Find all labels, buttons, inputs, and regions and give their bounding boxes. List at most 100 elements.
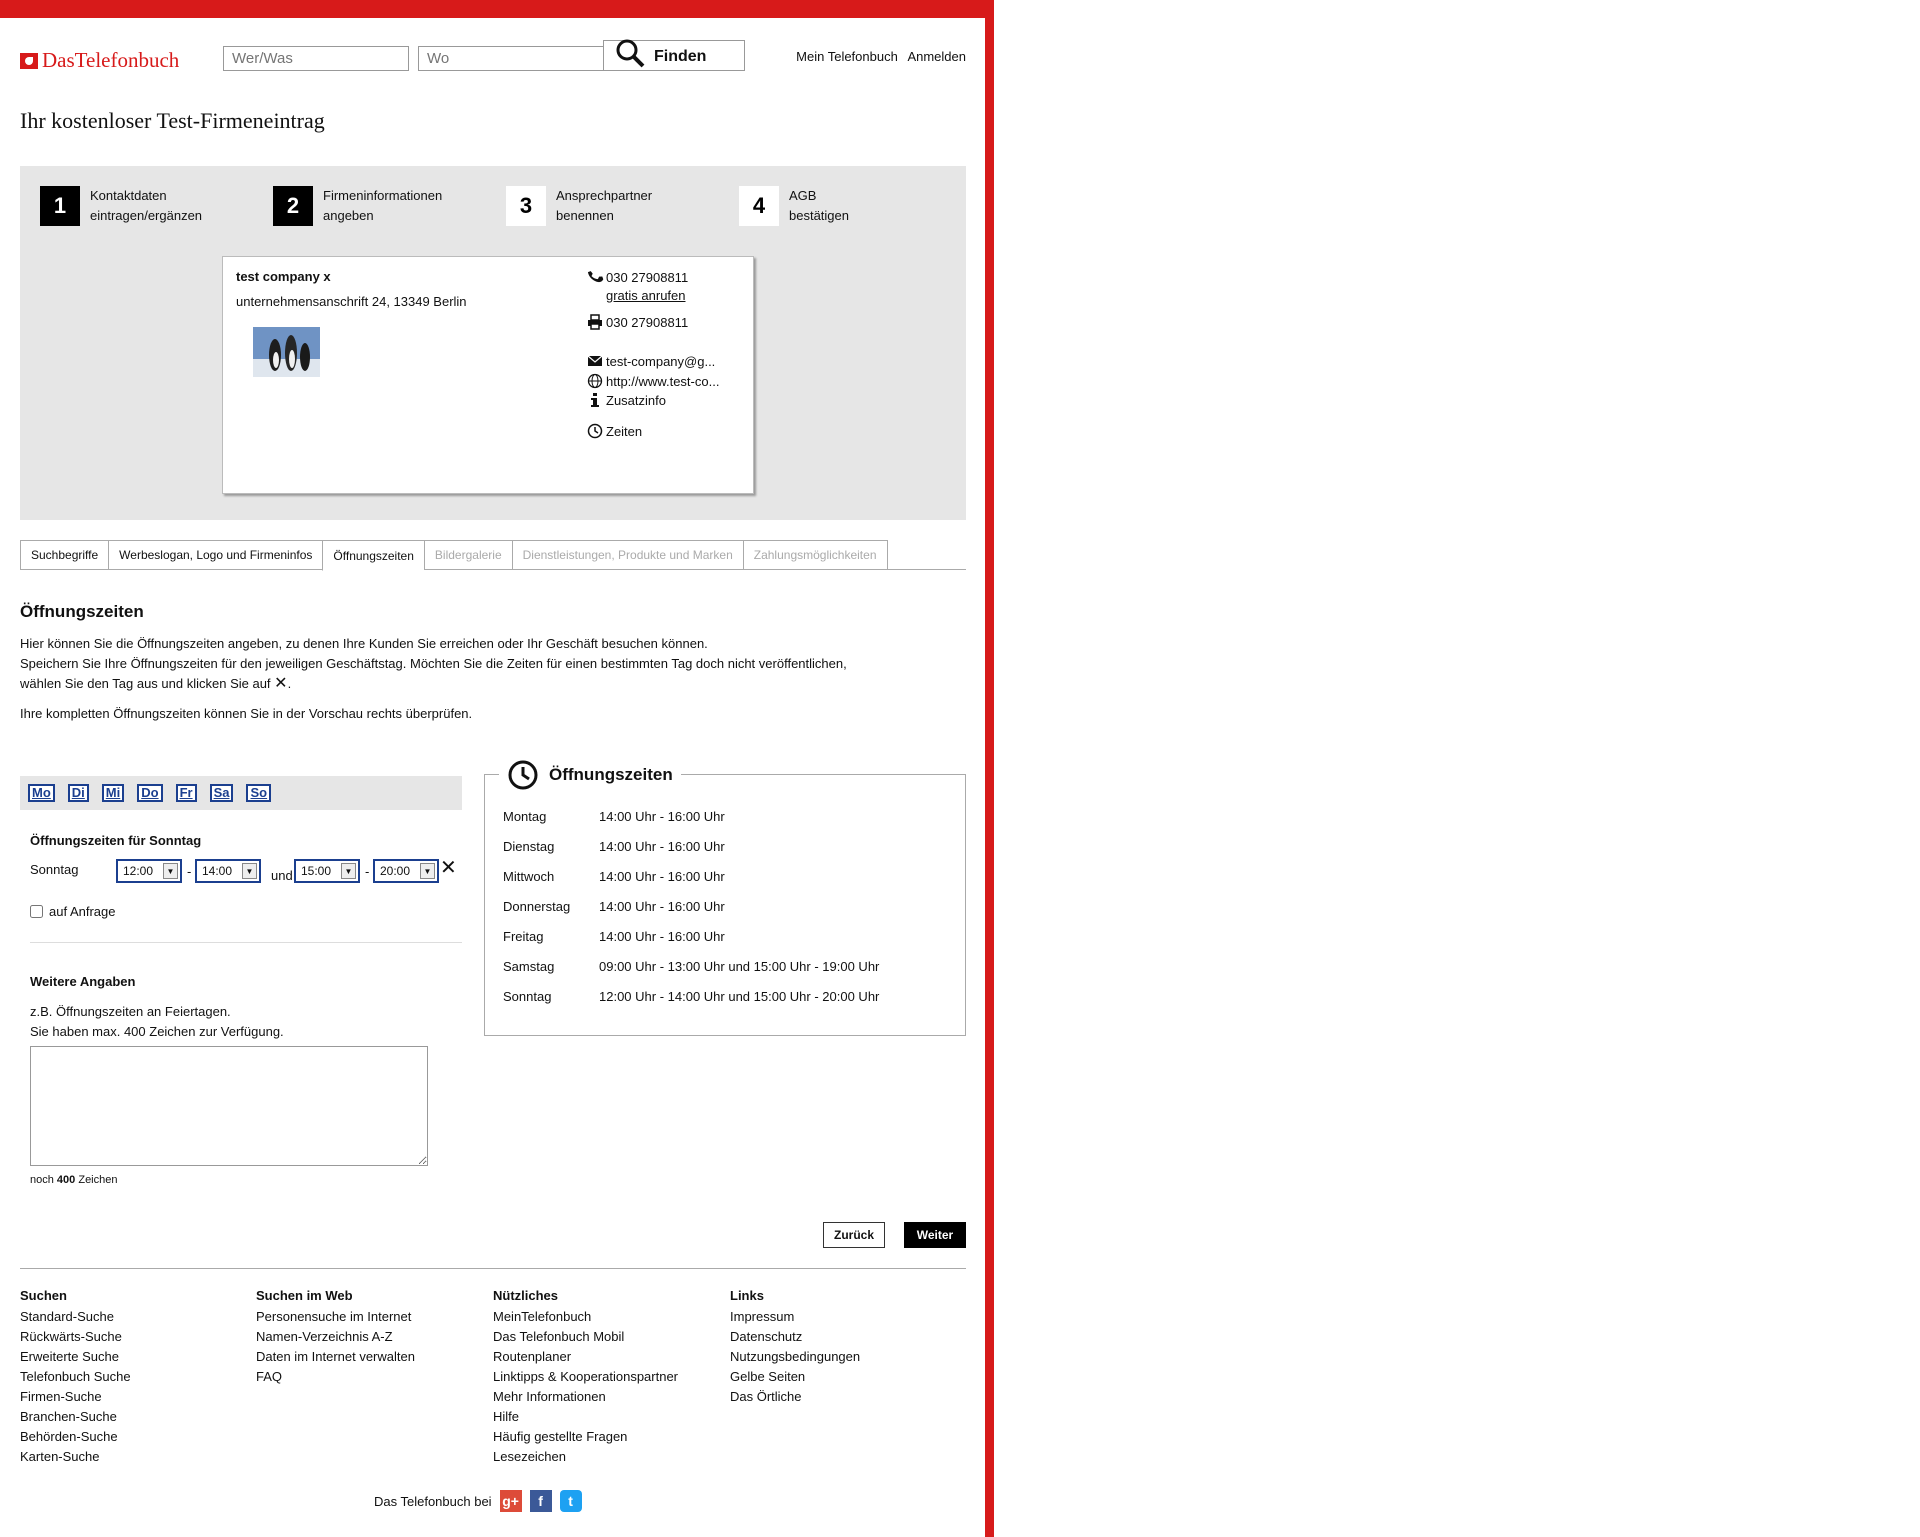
day-button-di[interactable]: Di [67,784,89,802]
facebook-icon[interactable]: f [529,1490,552,1512]
top-links: Mein Telefonbuch Anmelden [790,49,966,64]
footer-link[interactable]: Routenplaner [493,1347,678,1367]
preview-row: Montag 14:00 Uhr - 16:00 Uhr [503,809,725,824]
call-free-link[interactable]: gratis anrufen [606,288,686,303]
footer-column-search: Suchen Standard-Suche Rückwärts-Suche Er… [20,1288,131,1467]
day-button-do[interactable]: Do [137,784,163,802]
and-label: und [271,868,293,883]
company-address: unternehmensanschrift 24, 13349 Berlin [236,294,467,309]
next-button[interactable]: Weiter [904,1222,966,1248]
preview-header: Öffnungszeiten [499,759,681,791]
back-button[interactable]: Zurück [823,1222,885,1248]
clock-icon [508,760,538,790]
phone-row: 030 27908811 [586,269,746,285]
footer-link[interactable]: Das Telefonbuch Mobil [493,1327,678,1347]
to-time-2-select[interactable]: 20:00 ▼ [373,859,439,883]
company-photo [253,327,320,377]
footer-link[interactable]: Mehr Informationen [493,1387,678,1407]
google-plus-icon[interactable]: g+ [499,1490,522,1512]
from-time-1-select[interactable]: 12:00 ▼ [116,859,182,883]
step-label-line1: Ansprechpartner [556,188,653,203]
footer-link[interactable]: Datenschutz [730,1327,860,1347]
search-who-input[interactable] [223,46,409,71]
footer-link[interactable]: Firmen-Suche [20,1387,131,1407]
chevron-down-icon: ▼ [341,863,356,879]
step-3: 3 Ansprechpartner benennen [506,186,652,226]
footer-link[interactable]: Branchen-Suche [20,1407,131,1427]
footer-link[interactable]: MeinTelefonbuch [493,1307,678,1327]
on-request-checkbox[interactable] [30,905,43,918]
day-button-sa[interactable]: Sa [209,784,234,802]
remove-day-icon[interactable]: ✕ [440,858,457,878]
to-time-1-select[interactable]: 14:00 ▼ [195,859,261,883]
footer-link[interactable]: Impressum [730,1307,860,1327]
step-label-line2: eintragen/ergänzen [90,208,203,223]
page-title: Ihr kostenloser Test-Firmeneintrag [20,108,325,133]
tab-opening-hours[interactable]: Öffnungszeiten [322,540,424,571]
tab-slogan-logo[interactable]: Werbeslogan, Logo und Firmeninfos [108,540,323,570]
intro-line-2: Speichern Sie Ihre Öffnungszeiten für de… [20,656,847,671]
twitter-icon[interactable]: t [559,1490,582,1512]
extra-info-link[interactable]: Zusatzinfo [606,393,666,408]
more-info-hint-2: Sie haben max. 400 Zeichen zur Verfügung… [30,1024,284,1039]
footer-link[interactable]: Linktipps & Kooperationspartner [493,1367,678,1387]
email-icon [587,355,603,366]
day-button-mo[interactable]: Mo [28,784,55,802]
hours-editor-heading: Öffnungszeiten für Sonntag [30,833,202,848]
logo[interactable]: DasTelefonbuch [20,48,179,73]
fax-number: 030 27908811 [606,314,689,330]
footer-link[interactable]: Lesezeichen [493,1447,678,1467]
on-request-row[interactable]: auf Anfrage [30,904,116,919]
step-number: 1 [40,186,80,226]
fax-icon [588,314,602,330]
footer-link[interactable]: Behörden-Suche [20,1427,131,1447]
social-links: Das Telefonbuch bei g+ f t [374,1490,582,1512]
footer-link[interactable]: Telefonbuch Suche [20,1367,131,1387]
find-button[interactable]: Finden [603,39,745,71]
footer-link[interactable]: Gelbe Seiten [730,1367,860,1387]
step-2: 2 Firmeninformationen angeben [273,186,442,226]
chevron-down-icon: ▼ [420,863,435,879]
footer-link[interactable]: Hilfe [493,1407,678,1427]
company-name: test company x [236,269,331,284]
step-number: 4 [739,186,779,226]
my-phonebook-link[interactable]: Mein Telefonbuch [796,49,898,64]
day-button-fr[interactable]: Fr [175,784,197,802]
tab-services: Dienstleistungen, Produkte und Marken [511,540,743,570]
footer-column-title: Links [730,1288,764,1303]
day-button-mi[interactable]: Mi [101,784,125,802]
footer-link[interactable]: FAQ [256,1367,415,1387]
footer-link[interactable]: Namen-Verzeichnis A-Z [256,1327,415,1347]
day-button-so[interactable]: So [246,784,272,802]
step-label-line1: AGB [789,188,817,203]
extra-info-row: Zusatzinfo [586,392,746,408]
more-info-textarea[interactable] [30,1046,428,1166]
footer-link[interactable]: Personensuche im Internet [256,1307,415,1327]
footer-link[interactable]: Rückwärts-Suche [20,1327,131,1347]
preview-row: Samstag 09:00 Uhr - 13:00 Uhr und 15:00 U… [503,959,880,974]
email-address[interactable]: test-company@g... [606,354,715,369]
search-where-input[interactable] [418,46,604,71]
footer-column-web: Suchen im Web Personensuche im Internet … [256,1288,415,1387]
step-4: 4 AGB bestätigen [739,186,849,226]
fax-row: 030 27908811 [586,314,746,330]
preview-title: Öffnungszeiten [549,765,673,784]
footer-link[interactable]: Erweiterte Suche [20,1347,131,1367]
website-url[interactable]: http://www.test-co... [606,374,719,389]
footer-link[interactable]: Häufig gestellte Fragen [493,1427,678,1447]
footer-link[interactable]: Nutzungsbedingungen [730,1347,860,1367]
hours-link[interactable]: Zeiten [606,424,642,439]
footer-link[interactable]: Standard-Suche [20,1307,131,1327]
section-title: Öffnungszeiten [20,602,144,621]
from-time-2-select[interactable]: 15:00 ▼ [294,859,360,883]
hours-row: Zeiten [586,423,746,439]
tab-search-terms[interactable]: Suchbegriffe [20,540,109,570]
preview-row: Donnerstag 14:00 Uhr - 16:00 Uhr [503,899,725,914]
login-link[interactable]: Anmelden [907,49,966,64]
footer-link[interactable]: Daten im Internet verwalten [256,1347,415,1367]
search-icon [616,39,645,68]
intro-line-3: wählen Sie den Tag aus und klicken Sie a… [20,675,292,692]
footer-link[interactable]: Das Örtliche [730,1387,860,1407]
footer-link[interactable]: Karten-Suche [20,1447,131,1467]
globe-icon [587,373,603,389]
